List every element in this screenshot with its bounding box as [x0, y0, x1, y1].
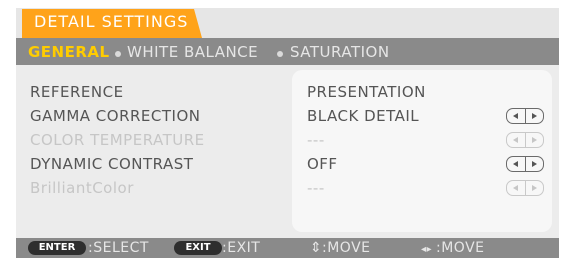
up-down-arrows-icon: ⇕: [310, 240, 323, 256]
left-arrow-icon: [507, 133, 525, 147]
left-arrow-icon[interactable]: [507, 109, 525, 123]
enter-key-badge: ENTER: [28, 241, 86, 255]
tab-general[interactable]: GENERAL: [28, 42, 110, 62]
color-temperature-value: ---: [307, 131, 325, 149]
gamma-correction-value[interactable]: BLACK DETAIL: [307, 107, 419, 125]
detail-settings-menu: DETAIL SETTINGS GENERAL WHITE BALANCE SA…: [16, 8, 559, 258]
tab-saturation[interactable]: SATURATION: [290, 42, 390, 62]
move-vertical-hint: :MOVE: [322, 240, 371, 256]
tab-separator-dot: [115, 51, 121, 57]
color-temperature-label: COLOR TEMPERATURE: [30, 131, 205, 149]
right-arrow-icon[interactable]: [525, 109, 543, 123]
right-arrow-icon: [525, 181, 543, 195]
move-horizontal-hint: :MOVE: [436, 240, 485, 256]
tab-separator-dot: [277, 51, 283, 57]
color-temperature-arrows: [506, 132, 544, 148]
exit-hint: :EXIT: [222, 240, 261, 256]
dynamic-contrast-label[interactable]: DYNAMIC CONTRAST: [30, 155, 193, 173]
gamma-correction-arrows[interactable]: [506, 108, 544, 124]
exit-key-badge: EXIT: [174, 241, 222, 255]
brilliantcolor-value: ---: [307, 179, 325, 197]
help-bar: ENTER :SELECT EXIT :EXIT ⇕ :MOVE ◂▸ :MOV…: [16, 238, 559, 258]
left-right-arrows-icon: ◂▸: [421, 244, 433, 255]
gamma-correction-label[interactable]: GAMMA CORRECTION: [30, 107, 201, 125]
brilliantcolor-arrows: [506, 180, 544, 196]
tab-white-balance[interactable]: WHITE BALANCE: [127, 42, 258, 62]
tab-bar: GENERAL WHITE BALANCE SATURATION: [16, 38, 559, 65]
reference-label[interactable]: REFERENCE: [30, 83, 124, 101]
brilliantcolor-label: BrilliantColor: [30, 179, 134, 197]
dynamic-contrast-arrows[interactable]: [506, 156, 544, 172]
left-arrow-icon: [507, 181, 525, 195]
select-hint: :SELECT: [88, 240, 149, 256]
menu-title: DETAIL SETTINGS: [34, 12, 189, 31]
right-arrow-icon: [525, 133, 543, 147]
left-arrow-icon[interactable]: [507, 157, 525, 171]
dynamic-contrast-value[interactable]: OFF: [307, 155, 338, 173]
right-arrow-icon[interactable]: [525, 157, 543, 171]
reference-value[interactable]: PRESENTATION: [307, 83, 426, 101]
